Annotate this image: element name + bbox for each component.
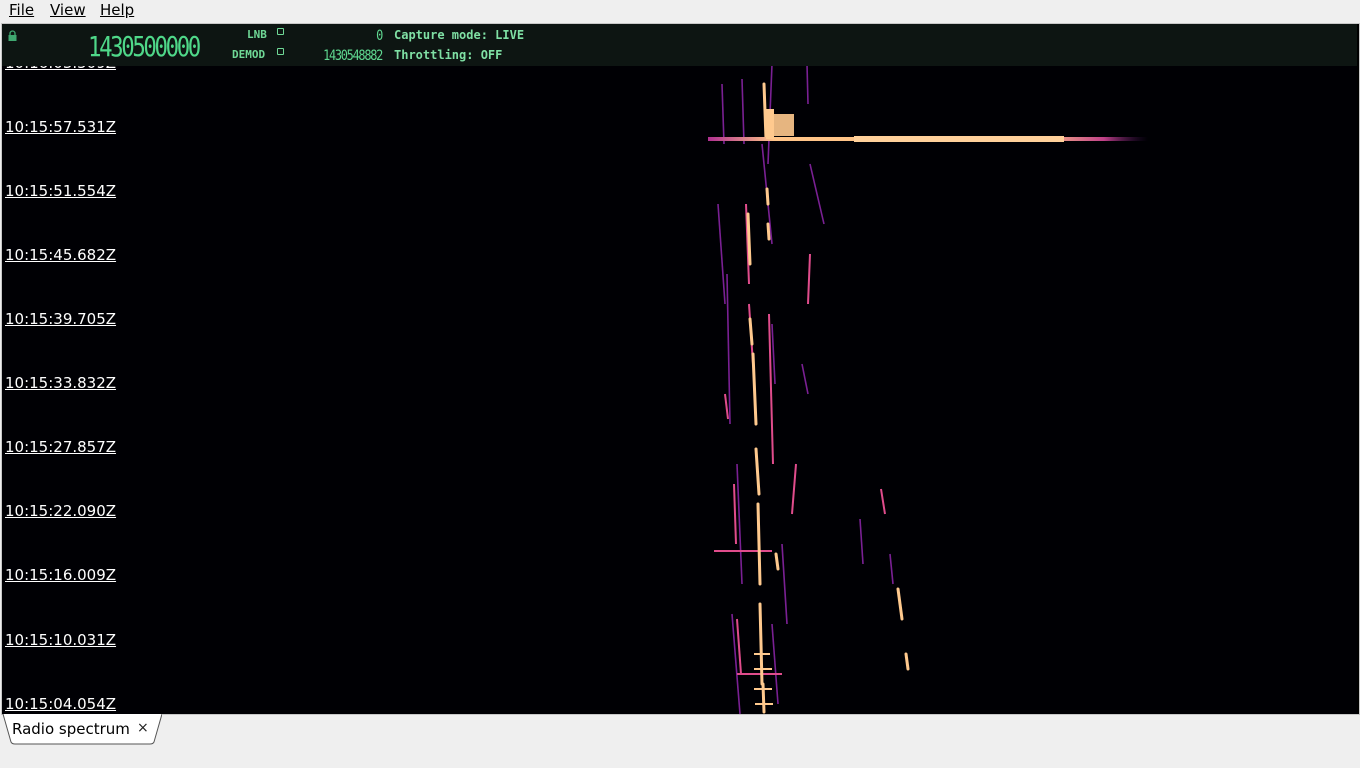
timestamp-label: 10:15:27.857Z	[5, 438, 117, 456]
timestamp-label: 10:15:57.531Z	[5, 118, 117, 136]
timestamp-label: 10:15:22.090Z	[5, 502, 117, 520]
close-icon[interactable]: ×	[137, 720, 149, 736]
lnb-lock-icon[interactable]	[277, 28, 284, 35]
timestamp-label: 10:15:10.031Z	[5, 631, 117, 649]
demod-value[interactable]: 1430548882	[306, 48, 383, 64]
timestamp-label: 10:15:04.054Z	[5, 695, 117, 713]
menu-view[interactable]: View	[50, 1, 86, 19]
capture-mode-text: Capture mode: LIVE	[394, 28, 525, 42]
tab-radio-spectrum[interactable]: Radio spectrum ×	[2, 714, 162, 745]
lock-icon[interactable]	[7, 30, 18, 41]
timestamp-label: 10:15:51.554Z	[5, 182, 117, 200]
waterfall-panel[interactable]: 1430500000 LNB 0 DEMOD 1430548882 Captur…	[1, 23, 1360, 715]
tab-label: Radio spectrum	[12, 720, 130, 738]
menu-bar: File View Help	[0, 0, 1360, 22]
menu-help[interactable]: Help	[100, 1, 134, 19]
status-bar: 1430500000 LNB 0 DEMOD 1430548882 Captur…	[2, 24, 1357, 66]
throttling-text: Throttling: OFF	[394, 48, 503, 62]
timestamp-label: 10:15:45.682Z	[5, 246, 117, 264]
timestamp-label: 10:15:39.705Z	[5, 310, 117, 328]
timestamp-label: 10:15:33.832Z	[5, 374, 117, 392]
timestamp-label: 10:15:16.009Z	[5, 566, 117, 584]
menu-help-label: Help	[100, 1, 135, 19]
spectrum-waterfall[interactable]	[2, 24, 1357, 714]
lnb-value[interactable]: 0	[314, 28, 383, 44]
demod-lock-icon[interactable]	[277, 48, 284, 55]
main-frequency[interactable]: 1430500000	[88, 30, 201, 63]
lnb-label: LNB	[247, 28, 267, 41]
menu-file[interactable]: File	[9, 1, 34, 19]
menu-file-label: File	[9, 1, 35, 19]
menu-view-label: View	[50, 1, 86, 19]
demod-label: DEMOD	[232, 48, 266, 61]
